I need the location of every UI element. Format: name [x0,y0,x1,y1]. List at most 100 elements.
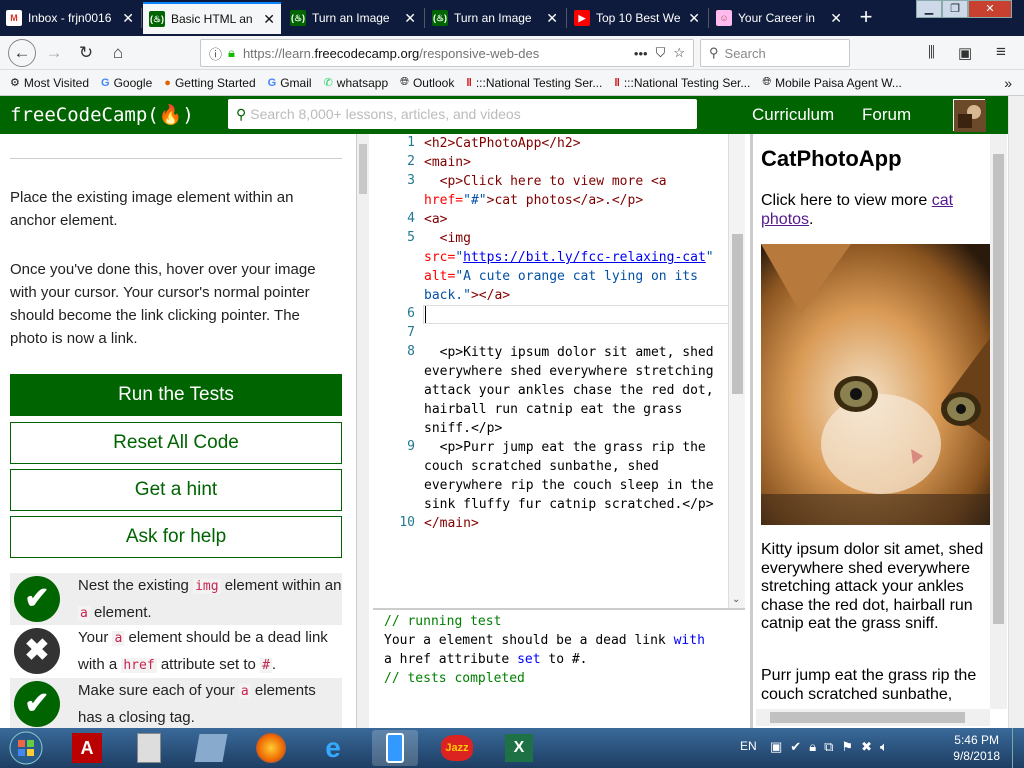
system-clock[interactable]: 5:46 PM 9/8/2018 [953,732,1000,764]
restore-button[interactable]: ❐ [942,0,968,18]
tab-turn-image-2[interactable]: (♨) Turn an Image ✕ [426,2,564,34]
line-number: 5 [407,230,415,245]
tab-gmail[interactable]: M Inbox - frjn0016 ✕ [0,2,140,34]
tab-title: Top 10 Best We [596,11,681,25]
preview-scrollbar[interactable] [990,134,1007,709]
search-bar[interactable]: ⚲ Search [700,39,850,67]
forward-button[interactable]: → [40,39,68,67]
reset-code-button[interactable]: Reset All Code [10,422,342,464]
bookmark-most-visited[interactable]: ⚙ Most Visited [10,76,89,90]
avatar[interactable] [953,99,986,132]
line-number: 7 [407,325,415,340]
pass-check-icon: ✔ [14,681,60,727]
phone-icon[interactable] [372,730,418,766]
bars-icon: ‖ [614,76,620,89]
bookmark-outlook[interactable]: 🌐︎ Outlook [400,76,454,90]
system-tray: ▣ ✔ 🔒︎ ⧉ ⚑ ✖ 🔈︎ [770,739,888,755]
tab-title: Turn an Image [454,11,532,25]
clock-date: 9/8/2018 [953,749,1000,763]
page-actions-icon[interactable]: ••• [634,46,648,61]
google-icon: G [101,76,110,89]
bookmark-google[interactable]: G Google [101,76,152,90]
hint-button[interactable]: Get a hint [10,469,342,511]
close-tab-icon[interactable]: ✕ [122,10,134,27]
lesson-scrollbar[interactable] [357,134,369,728]
line-number: 4 [407,211,415,226]
fcc-logo[interactable]: freeCodeCamp(🔥) [10,103,194,126]
tray-flag-icon[interactable]: ⚑ [841,739,853,755]
more-bookmarks-icon[interactable]: » [1004,75,1012,91]
show-desktop-button[interactable] [1012,728,1024,768]
code-editor[interactable]: 1 2 3 4 5 6 7 8 9 10 <h2>CatPhotoApp</h2… [373,134,745,608]
tab-basic-html[interactable]: (♨) Basic HTML an ✕ [143,2,281,34]
bookmark-mobile-paisa[interactable]: 🌐︎ Mobile Paisa Agent W... [762,76,902,90]
cat-image[interactable] [761,244,993,525]
excel-icon[interactable]: X [496,730,542,766]
info-icon[interactable]: ⓘ [209,44,222,63]
close-window-button[interactable]: ✕ [968,0,1012,18]
close-tab-icon[interactable]: ✕ [688,10,700,27]
minimize-button[interactable]: ▁ [916,0,942,18]
nav-forum[interactable]: Forum [862,105,911,125]
ask-help-button[interactable]: Ask for help [10,516,342,558]
new-tab-button[interactable]: + [852,4,880,32]
code-line: <a> [424,212,448,227]
freecodecamp-icon: (♨) [432,10,448,26]
tray-lock-icon[interactable]: 🔒︎ [809,739,816,755]
whatsapp-icon: ✆ [323,77,333,89]
menu-icon[interactable]: ≡ [996,42,1006,62]
tray-tools-icon[interactable]: ✖ [861,739,872,755]
career-icon: ☺ [716,10,732,26]
bookmark-getting-started[interactable]: ● Getting Started [164,76,255,90]
bookmark-nts-1[interactable]: ‖:::National Testing Ser... [466,76,602,90]
close-tab-icon[interactable]: ✕ [404,10,416,27]
volume-icon[interactable]: 🔈︎ [880,739,888,755]
windows-taskbar: A e Jazz X EN ▣ ✔ 🔒︎ ⧉ ⚑ ✖ 🔈︎ 5:46 PM 9/… [0,728,1024,768]
reload-button[interactable]: ↻ [72,39,100,67]
globe-icon: 🌐︎ [400,76,409,88]
run-tests-button[interactable]: Run the Tests [10,374,342,416]
tab-career[interactable]: ☺ Your Career in ✕ [710,2,848,34]
bookmarks-bar: ⚙ Most Visited G Google ● Getting Started G… [0,70,1024,96]
fcc-search-input[interactable]: ⚲ Search 8,000+ lessons, articles, and v… [228,99,697,129]
line-number: 8 [407,344,415,359]
search-placeholder: Search [724,45,766,61]
notepad-icon[interactable] [188,730,234,766]
close-tab-icon[interactable]: ✕ [546,10,558,27]
preview-paragraph: Kitty ipsum dolor sit amet, shed everywh… [761,541,984,632]
bookmark-whatsapp[interactable]: ✆ whatsapp [324,76,389,90]
current-line-highlight [423,305,743,324]
lesson-explanation: Once you've done this, hover over your i… [10,261,316,347]
tray-app-icon[interactable]: ▣ [770,739,782,755]
bookmark-gmail[interactable]: G Gmail [268,76,312,90]
back-button[interactable]: ← [8,39,36,67]
url-bar[interactable]: ⓘ 🔒︎ https://learn.freecodecamp.org/resp… [200,39,694,67]
preview-horizontal-scrollbar[interactable] [756,709,990,726]
language-indicator[interactable]: EN [740,739,757,753]
gear-icon: ⚙ [10,77,20,89]
windows-start-icon[interactable] [4,730,48,766]
close-tab-icon[interactable]: ✕ [830,10,842,27]
bookmark-nts-2[interactable]: ‖:::National Testing Ser... [614,76,750,90]
acrobat-icon[interactable]: A [64,730,110,766]
nav-curriculum[interactable]: Curriculum [752,105,834,125]
tab-turn-image-1[interactable]: (♨) Turn an Image ✕ [284,2,422,34]
pocket-icon[interactable]: ⛉ [656,45,666,61]
bookmark-star-icon[interactable]: ☆ [673,45,685,61]
page-scrollbar[interactable] [1008,96,1024,728]
tab-bar: M Inbox - frjn0016 ✕ (♨) Basic HTML an ✕… [0,0,1024,36]
chevron-down-icon[interactable]: ⌄ [732,594,740,605]
close-tab-icon[interactable]: ✕ [263,11,275,28]
tab-youtube[interactable]: ▶ Top 10 Best We ✕ [568,2,706,34]
jazz-icon[interactable]: Jazz [434,730,480,766]
calculator-icon[interactable] [126,730,172,766]
editor-scrollbar[interactable]: ⌄ [728,134,745,608]
library-icon[interactable]: ⫼ [928,44,935,61]
tray-check-icon[interactable]: ✔ [790,739,801,755]
firefox-icon[interactable] [248,730,294,766]
sidebar-icon[interactable]: ▣ [958,44,972,62]
youtube-icon: ▶ [574,10,590,26]
internet-explorer-icon[interactable]: e [310,730,356,766]
home-button[interactable]: ⌂ [104,39,132,67]
tray-network-icon[interactable]: ⧉ [824,739,833,755]
